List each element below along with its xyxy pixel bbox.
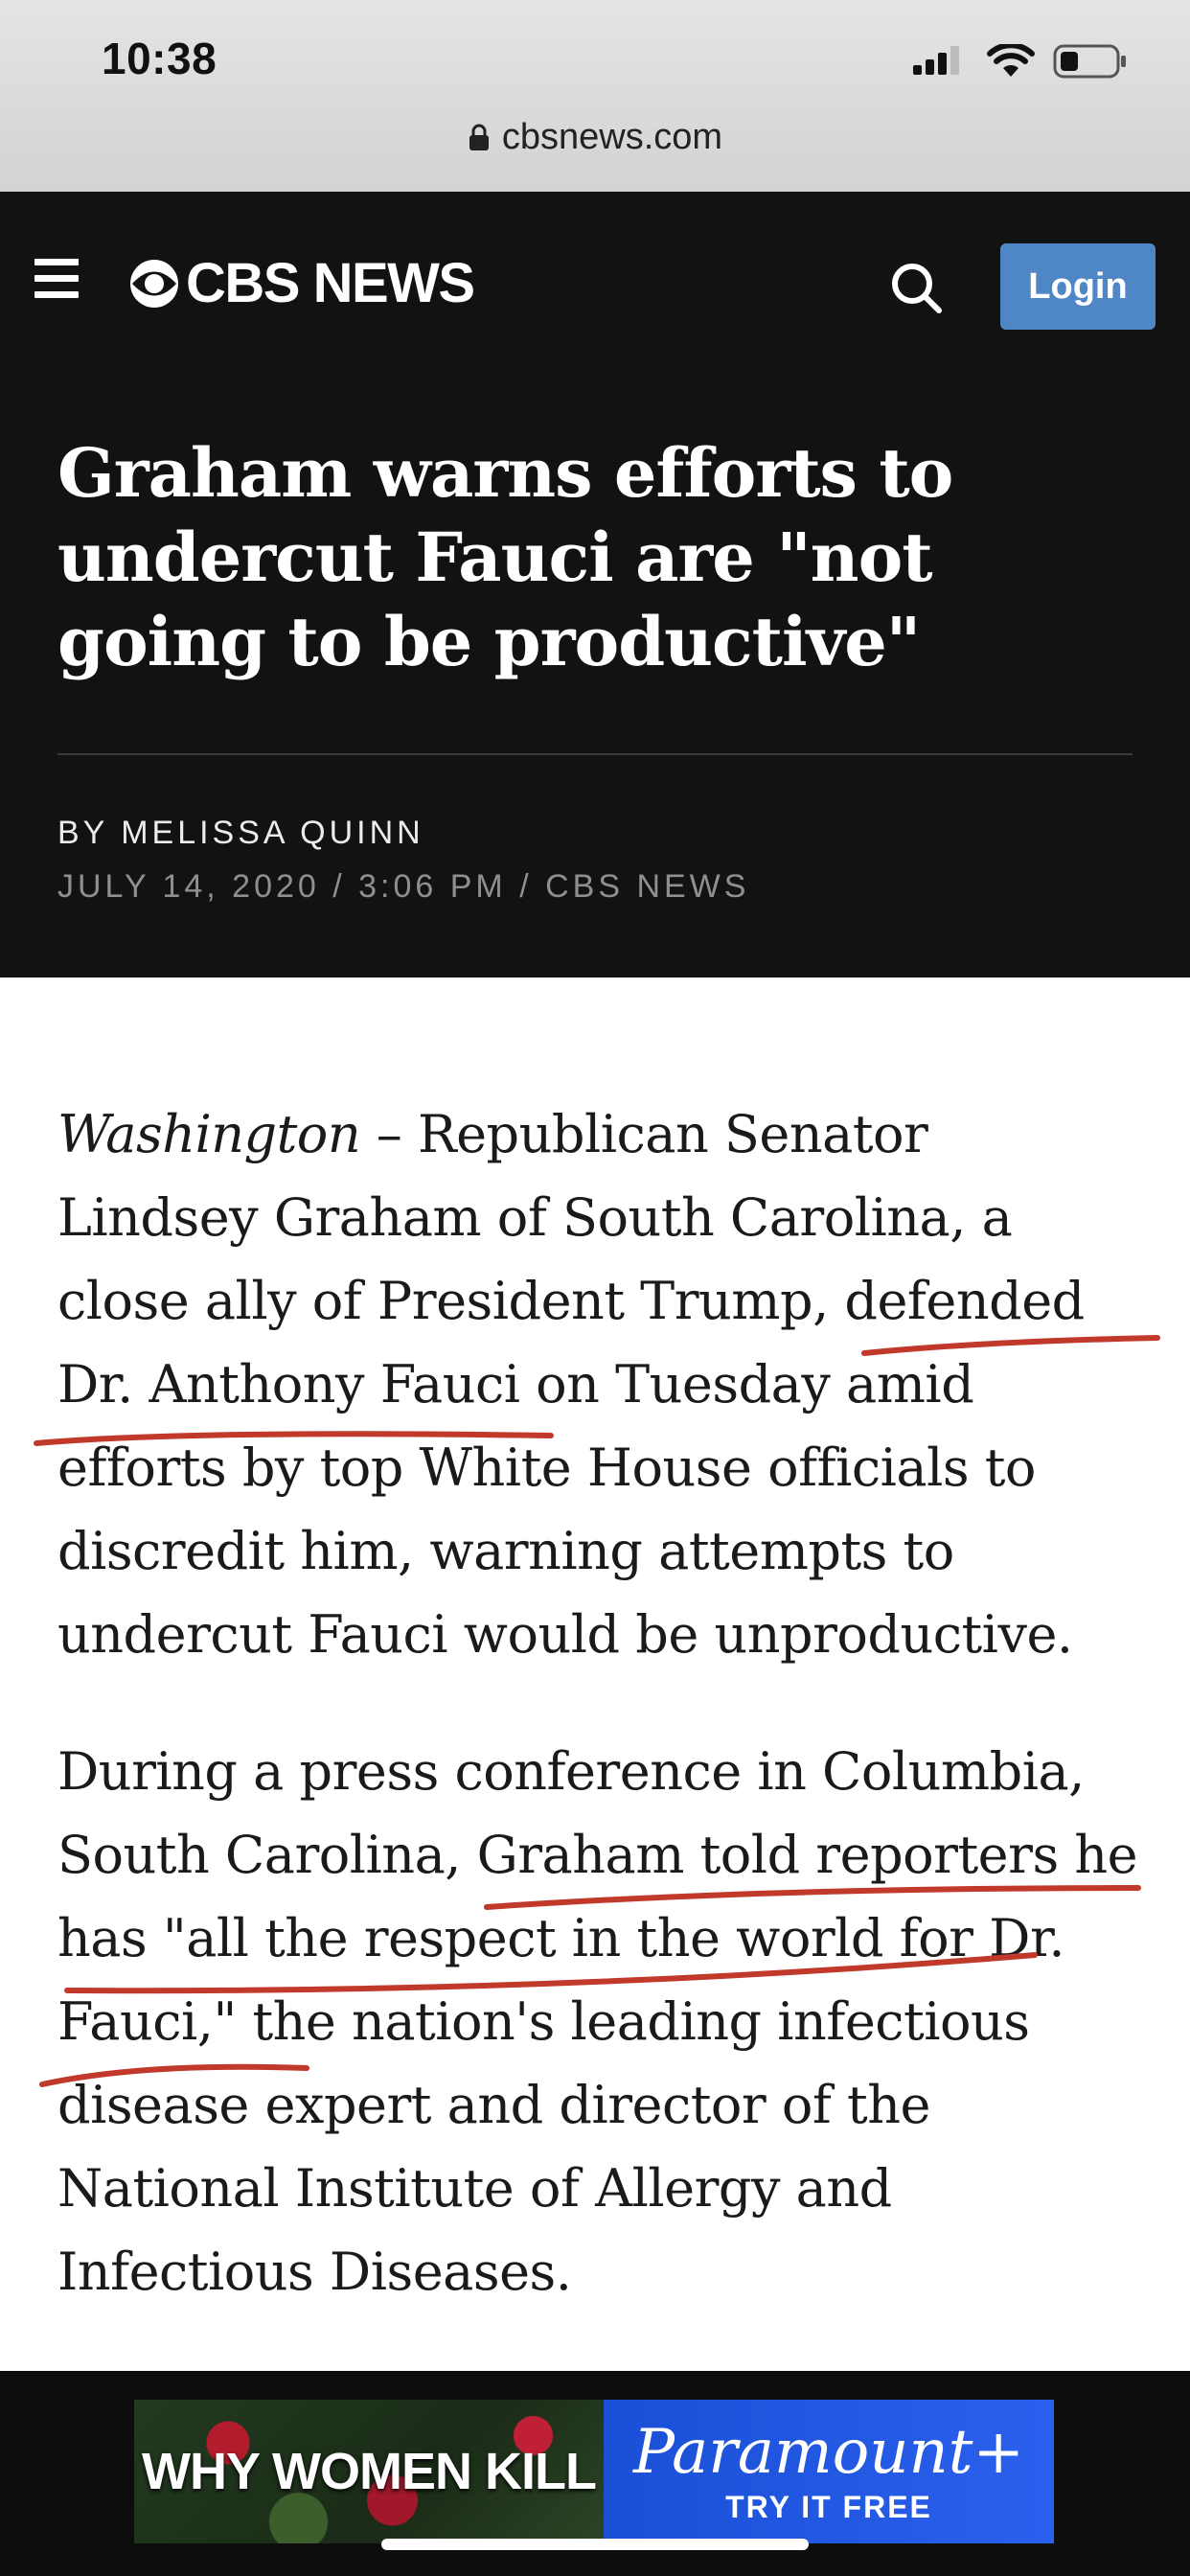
status-bar: 10:38 cbsnews.com [0,0,1190,192]
home-indicator[interactable] [381,2539,809,2550]
article-headline: Graham warns efforts to undercut Fauci a… [57,433,953,681]
url-text: cbsnews.com [501,116,723,157]
search-icon[interactable] [887,259,945,316]
article-body: Washington – Republican Senator Lindsey … [57,1092,1140,2367]
signal-strength-icon [913,46,959,75]
dateline-place: Washington [57,1104,361,1164]
ad-brand: Paramount+ [632,2416,1025,2488]
logo-text: CBS NEWS [186,252,475,314]
ad-artwork: WHY WOMEN KILL [134,2400,604,2543]
ad-brand-panel: Paramount+ TRY IT FREE [604,2400,1054,2543]
hamburger-menu-icon[interactable] [34,259,79,299]
article-paragraph: Washington – Republican Senator Lindsey … [57,1092,1140,1676]
byline: BY MELISSA QUINN [57,815,424,851]
address-bar[interactable]: cbsnews.com [0,113,1190,161]
login-button[interactable]: Login [1000,243,1156,330]
wifi-icon [987,44,1035,77]
article-paragraph: During a press conference in Columbia, S… [57,1730,1140,2313]
paragraph-text: – Republican Senator Lindsey Graham of S… [57,1104,1085,1665]
lock-icon [469,124,489,150]
status-time: 10:38 [102,34,217,83]
ad-banner[interactable]: WHY WOMEN KILL Paramount+ TRY IT FREE [134,2400,1054,2543]
ad-cta: TRY IT FREE [725,2489,932,2524]
paragraph-text: During a press conference in Columbia, S… [57,1741,1138,2302]
article-header: CBS NEWS Login Graham warns efforts to u… [0,192,1190,978]
cbs-eye-icon [130,259,178,308]
battery-icon [1053,44,1126,79]
divider [57,753,1133,755]
cbs-news-logo[interactable]: CBS NEWS [128,251,475,315]
dateline: JULY 14, 2020 / 3:06 PM / CBS NEWS [57,868,750,905]
ad-title: WHY WOMEN KILL [142,2443,597,2500]
